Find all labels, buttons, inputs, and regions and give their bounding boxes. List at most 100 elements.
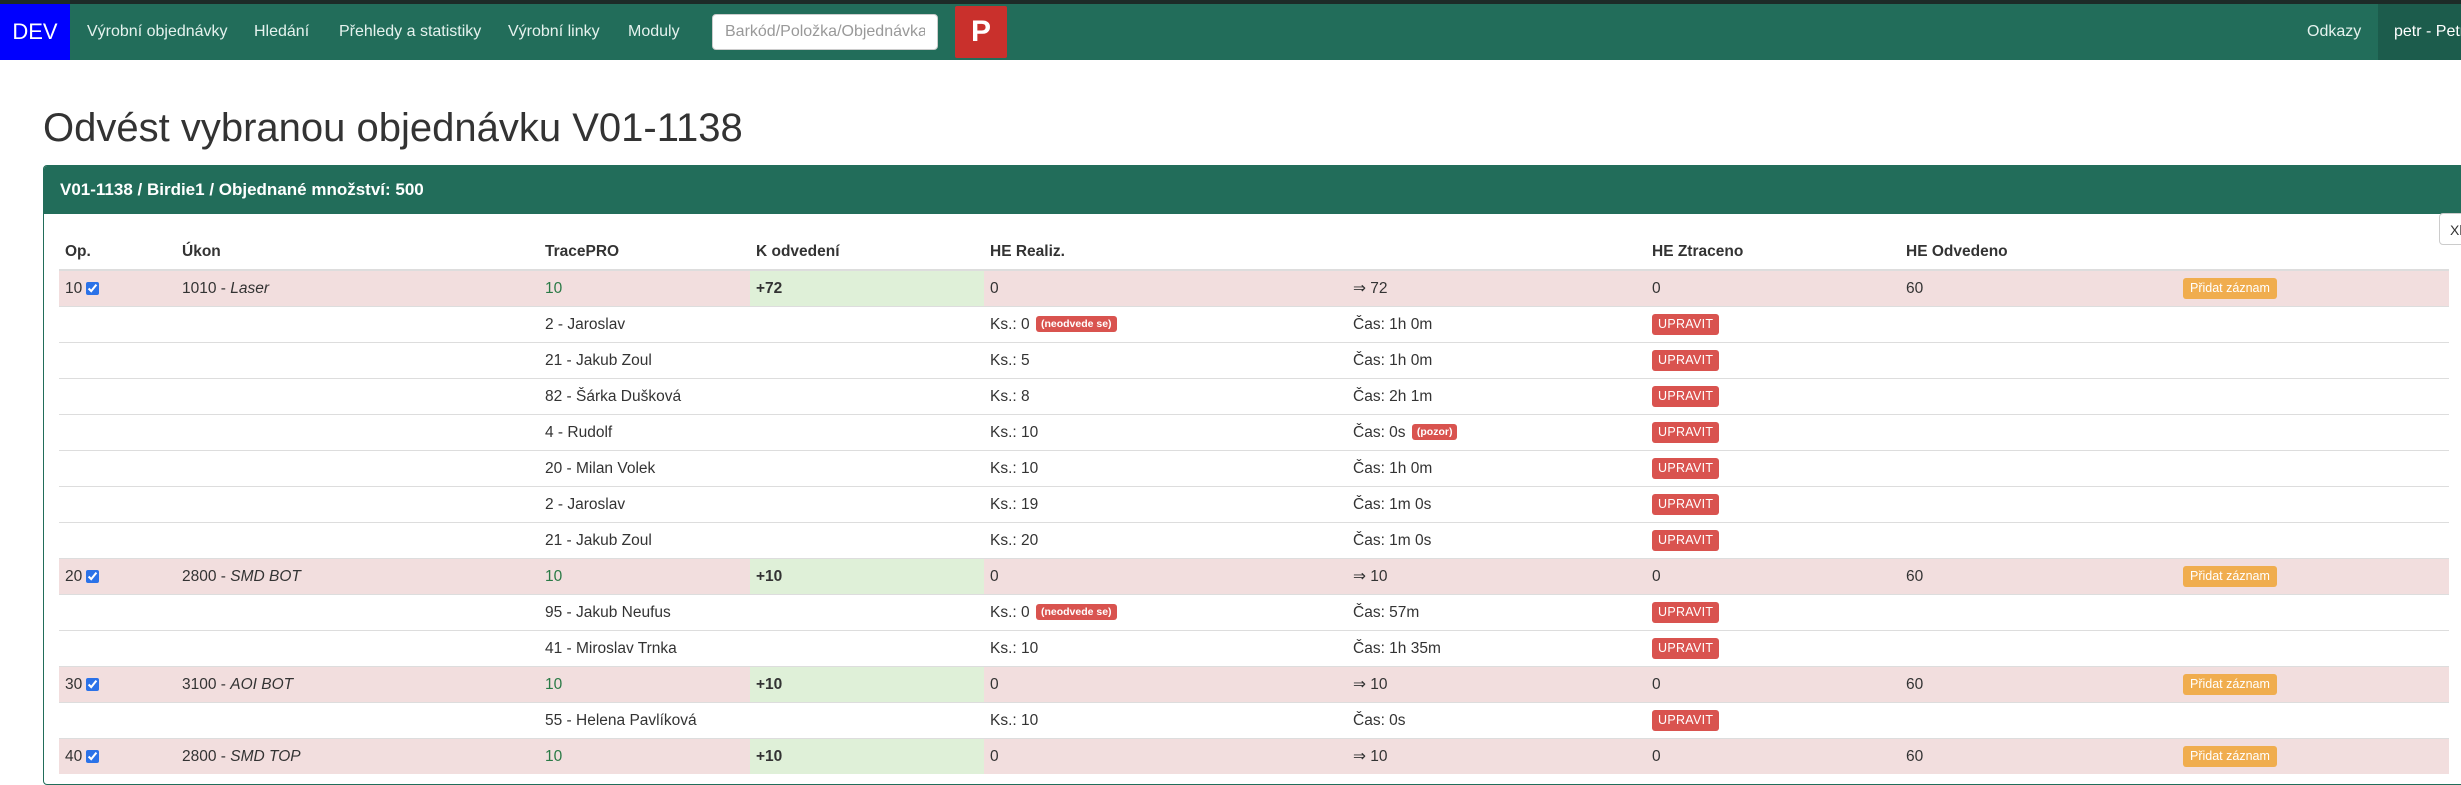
edit-cell: UPRAVIT <box>1646 342 1900 379</box>
op-cell: 40 <box>59 738 176 774</box>
ks-cell: Ks.: 19 <box>984 486 1347 523</box>
empty-cell <box>176 702 539 739</box>
edit-cell: UPRAVIT <box>1646 594 1900 631</box>
worker-row: 82 - Šárka Dušková Ks.: 8 Čas: 2h 1m UPRAVI… <box>59 378 2449 415</box>
ks-cell: Ks.: 5 <box>984 342 1347 379</box>
edit-button[interactable]: UPRAVIT <box>1652 530 1720 551</box>
edit-cell: UPRAVIT <box>1646 378 1900 415</box>
operation-row: 30 3100 - AOI BOT 10 +10 0 ⇒ 10 0 60 Přidat zázn… <box>59 666 2449 703</box>
table-header-row: Op. Úkon TracePRO K odvedení HE Realiz. … <box>59 221 2449 271</box>
k-odvedeni-value: +72 <box>750 269 984 307</box>
side-tag[interactable]: Xl <box>2439 213 2461 245</box>
empty-cell <box>2177 486 2449 523</box>
nav-item-prehledy[interactable]: Přehledy a statistiky <box>339 4 481 60</box>
arrow-total: ⇒ 10 <box>1347 738 1646 774</box>
edit-button[interactable]: UPRAVIT <box>1652 350 1720 371</box>
worker-row: 21 - Jakub Zoul Ks.: 5 Čas: 1h 0m UPRAVIT <box>59 342 2449 379</box>
edit-button[interactable]: UPRAVIT <box>1652 710 1720 731</box>
env-brand[interactable]: DEV <box>0 4 70 60</box>
user-menu[interactable]: petr - Petr <box>2378 4 2461 60</box>
ks-value: Ks.: 10 <box>990 423 1039 441</box>
worker-row: 41 - Miroslav Trnka Ks.: 10 Čas: 1h 35m UPR… <box>59 630 2449 667</box>
edit-button[interactable]: UPRAVIT <box>1652 602 1720 623</box>
worker-row: 21 - Jakub Zoul Ks.: 20 Čas: 1m 0s UPRAVIT <box>59 522 2449 559</box>
op-cell: 30 <box>59 666 176 703</box>
edit-cell: UPRAVIT <box>1646 414 1900 451</box>
worker-name: 41 - Miroslav Trnka <box>539 630 750 667</box>
empty-cell <box>1900 378 2177 415</box>
op-checkbox[interactable] <box>86 749 100 763</box>
ks-cell: Ks.: 8 <box>984 378 1347 415</box>
worker-name: 2 - Jaroslav <box>539 306 750 343</box>
add-record-button[interactable]: Přidat záznam <box>2183 674 2277 695</box>
he-odvedeno-value: 60 <box>1900 738 2177 774</box>
empty-cell <box>176 522 539 559</box>
task-name: AOI BOT <box>230 675 294 693</box>
cas-value: Čas: 1h 0m <box>1353 459 1433 477</box>
add-cell: Přidat záznam <box>2177 558 2449 595</box>
panel-heading: V01-1138 / Birdie1 / Objednané množství:… <box>44 166 2461 214</box>
edit-button[interactable]: UPRAVIT <box>1652 422 1720 443</box>
empty-cell <box>59 522 176 559</box>
op-number: 10 <box>65 279 83 297</box>
nav-item-vyrobni-linky[interactable]: Výrobní linky <box>508 4 600 60</box>
add-cell: Přidat záznam <box>2177 269 2449 307</box>
k-odvedeni-value: +10 <box>750 738 984 774</box>
nav-item-vyrobni-objednavky[interactable]: Výrobní objednávky <box>87 4 228 60</box>
task-name: SMD BOT <box>230 567 301 585</box>
edit-button[interactable]: UPRAVIT <box>1652 458 1720 479</box>
cas-cell: Čas: 0s <box>1347 702 1646 739</box>
p-button[interactable]: P <box>955 6 1007 58</box>
edit-button[interactable]: UPRAVIT <box>1652 386 1720 407</box>
worker-row: 55 - Helena Pavlíková Ks.: 10 Čas: 0s UPRAV… <box>59 702 2449 739</box>
task-cell: 1010 - Laser <box>176 269 539 307</box>
empty-cell <box>2177 594 2449 631</box>
he-odvedeno-value: 60 <box>1900 558 2177 595</box>
ks-value: Ks.: 19 <box>990 495 1039 513</box>
edit-button[interactable]: UPRAVIT <box>1652 494 1720 515</box>
header-he-odvedeno: HE Odvedeno <box>1900 221 2177 271</box>
operations-table: Op. Úkon TracePRO K odvedení HE Realiz. … <box>59 221 2449 774</box>
nav-item-hledani[interactable]: Hledání <box>254 4 309 60</box>
op-checkbox[interactable] <box>86 569 100 583</box>
empty-cell <box>2177 306 2449 343</box>
header-blank-1 <box>1347 221 1646 271</box>
tracepro-value: 10 <box>539 738 750 774</box>
op-number: 30 <box>65 675 83 693</box>
edit-button[interactable]: UPRAVIT <box>1652 638 1720 659</box>
worker-name: 21 - Jakub Zoul <box>539 342 750 379</box>
cas-value: Čas: 1m 0s <box>1353 531 1432 549</box>
task-cell: 2800 - SMD TOP <box>176 738 539 774</box>
add-cell: Přidat záznam <box>2177 666 2449 703</box>
worker-name: 20 - Milan Volek <box>539 450 750 487</box>
edit-button[interactable]: UPRAVIT <box>1652 314 1720 335</box>
header-op: Op. <box>59 221 176 271</box>
arrow-total: ⇒ 10 <box>1347 558 1646 595</box>
empty-cell <box>176 414 539 451</box>
empty-cell <box>59 306 176 343</box>
op-number: 20 <box>65 567 83 585</box>
order-panel: V01-1138 / Birdie1 / Objednané množství:… <box>43 165 2461 785</box>
header-he-realiz: HE Realiz. <box>984 221 1347 271</box>
nav-item-moduly[interactable]: Moduly <box>628 4 680 60</box>
empty-cell <box>1900 486 2177 523</box>
cas-cell: Čas: 57m <box>1347 594 1646 631</box>
ks-value: Ks.: 10 <box>990 639 1039 657</box>
add-record-button[interactable]: Přidat záznam <box>2183 278 2277 299</box>
empty-cell <box>2177 522 2449 559</box>
worker-row: 2 - Jaroslav Ks.: 0 (neodvede se) Čas: 1h … <box>59 306 2449 343</box>
add-record-button[interactable]: Přidat záznam <box>2183 746 2277 767</box>
cas-cell: Čas: 1m 0s <box>1347 486 1646 523</box>
op-checkbox[interactable] <box>86 281 100 295</box>
op-checkbox[interactable] <box>86 677 100 691</box>
nav-item-odkazy[interactable]: Odkazy <box>2307 4 2361 60</box>
empty-cell <box>176 450 539 487</box>
cas-cell: Čas: 0s (pozor) <box>1347 414 1646 451</box>
empty-cell <box>2177 450 2449 487</box>
empty-cell <box>59 594 176 631</box>
add-record-button[interactable]: Přidat záznam <box>2183 566 2277 587</box>
search-input[interactable] <box>712 14 938 50</box>
he-ztraceno-value: 0 <box>1646 666 1900 703</box>
edit-cell: UPRAVIT <box>1646 486 1900 523</box>
ks-cell: Ks.: 0 (neodvede se) <box>984 306 1347 343</box>
